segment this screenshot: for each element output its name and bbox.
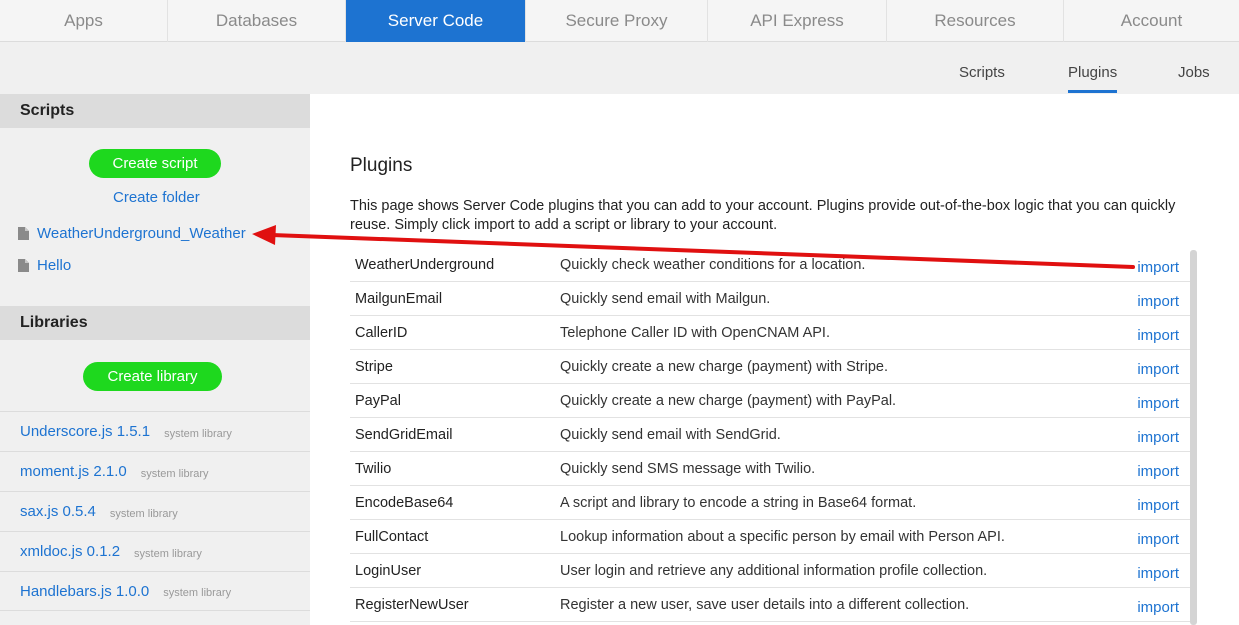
library-item: xmldoc.js 0.1.2 system library [0, 531, 310, 571]
library-name[interactable]: moment.js 2.1.0 [20, 463, 127, 480]
library-name[interactable]: sax.js 0.5.4 [20, 503, 96, 520]
plugin-description: Quickly send SMS message with Twilio. [560, 461, 816, 477]
library-item: Underscore.js 1.5.1 system library [0, 411, 310, 451]
scrollbar[interactable] [1190, 250, 1197, 625]
plugin-description: Quickly create a new charge (payment) wi… [560, 393, 897, 409]
plugin-description: Telephone Caller ID with OpenCNAM API. [560, 325, 830, 341]
import-link[interactable]: import [1137, 463, 1179, 480]
subtab-jobs[interactable]: Jobs [1178, 64, 1210, 93]
library-item: sax.js 0.5.4 system library [0, 491, 310, 531]
scripts-heading: Scripts [0, 94, 310, 128]
plugin-name: Twilio [355, 461, 392, 477]
table-row: SendGridEmail Quickly send email with Se… [350, 418, 1190, 452]
import-link[interactable]: import [1137, 395, 1179, 412]
create-folder-link[interactable]: Create folder [113, 189, 200, 206]
library-name[interactable]: Handlebars.js 1.0.0 [20, 583, 149, 600]
library-tag: system library [109, 507, 178, 520]
sub-nav: Scripts Plugins Jobs [0, 42, 1239, 94]
import-link[interactable]: import [1137, 429, 1179, 446]
subtab-scripts[interactable]: Scripts [959, 64, 1005, 93]
plugin-description: User login and retrieve any additional i… [560, 563, 988, 579]
table-row: FullContact Lookup information about a s… [350, 520, 1190, 554]
script-item[interactable]: Hello [18, 257, 71, 274]
plugin-name: WeatherUnderground [355, 257, 495, 273]
library-item: Handlebars.js 1.0.0 system library [0, 571, 310, 611]
page-title: Plugins [350, 155, 413, 176]
import-link[interactable]: import [1137, 259, 1179, 276]
tab-databases[interactable]: Databases [168, 0, 346, 42]
table-row: PayPal Quickly create a new charge (paym… [350, 384, 1190, 418]
library-item: moment.js 2.1.0 system library [0, 451, 310, 491]
plugin-name: MailgunEmail [355, 291, 443, 307]
library-tag: system library [134, 547, 202, 560]
library-tag: system library [164, 427, 232, 440]
table-row: Twilio Quickly send SMS message with Twi… [350, 452, 1190, 486]
table-row: CallerID Telephone Caller ID with OpenCN… [350, 316, 1190, 350]
library-tag: system library [163, 587, 232, 599]
plugin-name: RegisterNewUser [355, 597, 469, 613]
table-row: Stripe Quickly create a new charge (paym… [350, 350, 1190, 384]
subtab-plugins[interactable]: Plugins [1068, 64, 1118, 93]
plugin-description: Lookup information about a specific pers… [560, 529, 1005, 545]
table-row: WeatherUnderground Quickly check weather… [350, 248, 1190, 282]
plugin-name: EncodeBase64 [355, 495, 454, 511]
top-nav: Apps Databases Server Code Secure Proxy … [0, 0, 1239, 42]
tab-resources[interactable]: Resources [887, 0, 1064, 42]
tab-apps[interactable]: Apps [0, 0, 168, 42]
plugin-description: Quickly send email with Mailgun. [560, 291, 771, 307]
create-library-button[interactable]: Create library [83, 362, 222, 391]
file-icon [18, 227, 29, 240]
plugin-description: A script and library to encode a string … [560, 495, 917, 511]
plugin-name: SendGridEmail [355, 427, 453, 443]
plugin-description: Quickly check weather conditions for a l… [560, 257, 866, 273]
plugin-name: CallerID [355, 325, 408, 341]
plugin-name: Stripe [355, 359, 393, 375]
tab-server-code[interactable]: Server Code [346, 0, 526, 42]
libraries-heading: Libraries [0, 306, 310, 340]
library-name[interactable]: xmldoc.js 0.1.2 [20, 543, 120, 560]
create-script-button[interactable]: Create script [89, 149, 221, 178]
plugin-name: PayPal [355, 393, 401, 409]
plugin-name: FullContact [355, 529, 429, 545]
library-name[interactable]: Underscore.js 1.5.1 [20, 423, 150, 440]
script-item[interactable]: WeatherUnderground_Weather [18, 225, 246, 242]
import-link[interactable]: import [1137, 599, 1179, 616]
plugin-description: Quickly create a new charge (payment) wi… [560, 359, 888, 375]
plugin-name: LoginUser [355, 563, 422, 579]
page-description: This page shows Server Code plugins that… [350, 198, 1176, 233]
import-link[interactable]: import [1137, 565, 1179, 582]
plugins-table: WeatherUnderground Quickly check weather… [350, 248, 1190, 622]
tab-api-express[interactable]: API Express [708, 0, 887, 42]
script-name[interactable]: Hello [37, 257, 71, 274]
script-name[interactable]: WeatherUnderground_Weather [37, 225, 246, 242]
sidebar: Scripts Create script Create folder Weat… [0, 94, 310, 625]
plugin-description: Quickly send email with SendGrid. [560, 427, 781, 443]
table-row: EncodeBase64 A script and library to enc… [350, 486, 1190, 520]
table-row: LoginUser User login and retrieve any ad… [350, 554, 1190, 588]
tab-secure-proxy[interactable]: Secure Proxy [526, 0, 708, 42]
import-link[interactable]: import [1137, 293, 1179, 310]
import-link[interactable]: import [1137, 361, 1179, 378]
tab-account[interactable]: Account [1064, 0, 1239, 42]
table-row: MailgunEmail Quickly send email with Mai… [350, 282, 1190, 316]
table-row: RegisterNewUser Register a new user, sav… [350, 588, 1190, 622]
import-link[interactable]: import [1137, 327, 1179, 344]
plugin-description: Register a new user, save user details i… [560, 597, 970, 613]
import-link[interactable]: import [1137, 497, 1179, 514]
library-tag: system library [140, 467, 209, 480]
file-icon [18, 259, 29, 272]
import-link[interactable]: import [1137, 531, 1179, 548]
